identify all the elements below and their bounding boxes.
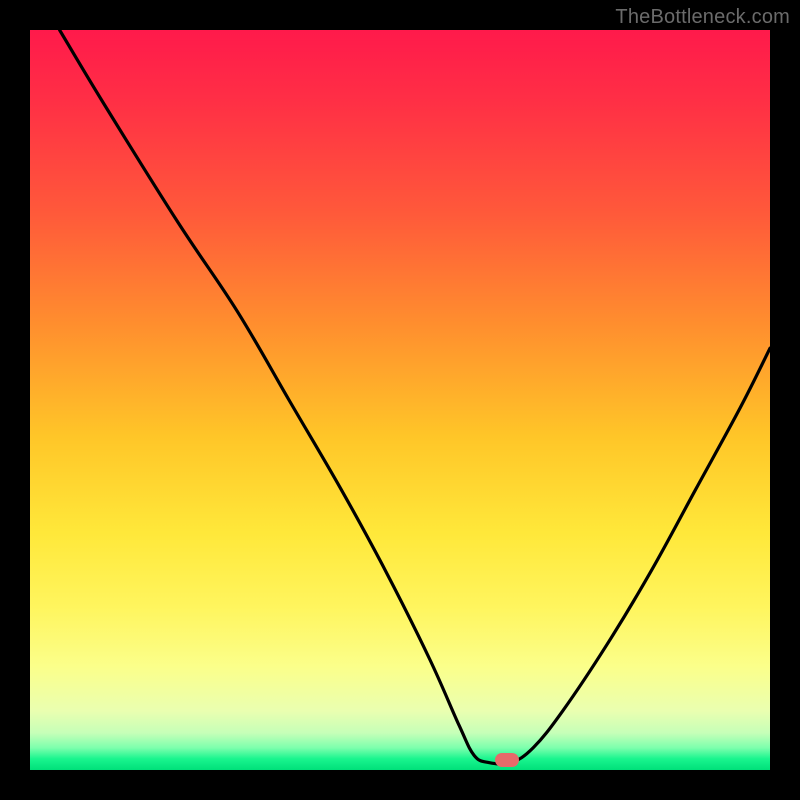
optimal-point-marker bbox=[495, 753, 519, 767]
chart-frame: TheBottleneck.com bbox=[0, 0, 800, 800]
curve-path bbox=[60, 30, 770, 764]
watermark-text: TheBottleneck.com bbox=[615, 6, 790, 29]
plot-area bbox=[30, 30, 770, 770]
bottleneck-curve bbox=[30, 30, 770, 770]
